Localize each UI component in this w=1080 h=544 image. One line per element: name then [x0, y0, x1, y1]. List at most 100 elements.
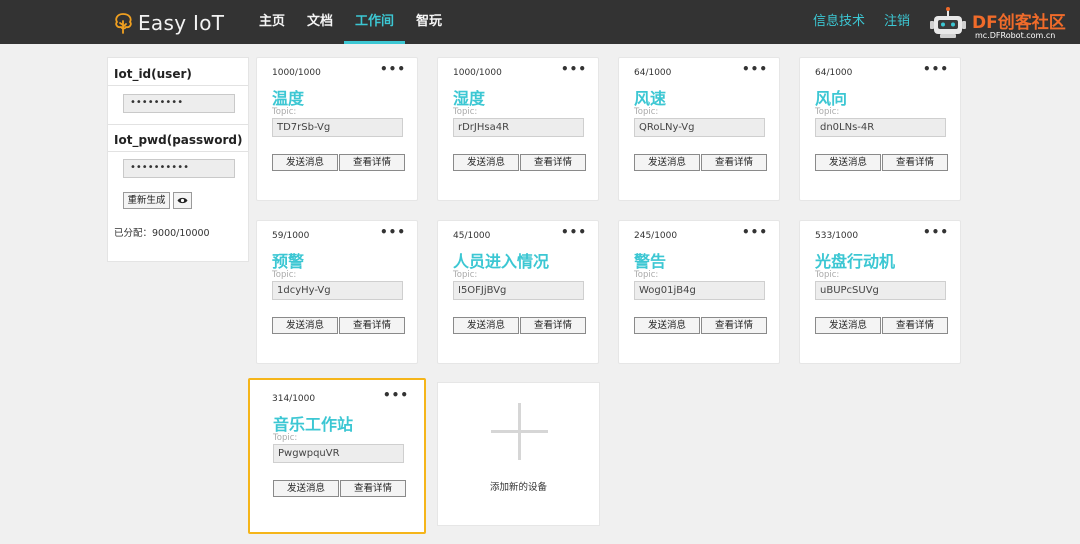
send-message-button[interactable]: 发送消息 — [634, 154, 700, 171]
view-details-button[interactable]: 查看详情 — [882, 154, 948, 171]
divider — [108, 151, 248, 152]
robot-mascot-icon — [930, 7, 966, 38]
device-name: 温度 — [272, 89, 305, 108]
password-label: Iot_pwd(password) — [114, 133, 243, 147]
device-card[interactable]: 64/1000 ••• 风速 Topic: QRoLNy-Vg 发送消息 查看详… — [618, 57, 780, 201]
topic-label: Topic: — [453, 107, 478, 117]
nav-workspace[interactable]: 工作间 — [344, 0, 406, 44]
device-card-body: 64/1000 ••• 风向 Topic: dn0LNs-4R 发送消息 查看详… — [800, 58, 960, 200]
view-details-button[interactable]: 查看详情 — [520, 154, 586, 171]
page-scrollbar[interactable] — [1072, 44, 1080, 544]
more-options-icon[interactable]: ••• — [380, 225, 406, 239]
view-details-button[interactable]: 查看详情 — [701, 317, 767, 334]
device-card-body: 314/1000 ••• 音乐工作站 Topic: PwgwpquVR 发送消息… — [258, 384, 420, 528]
info-tech-link[interactable]: 信息技术 — [813, 0, 865, 44]
credentials-panel: Iot_id(user) ••••••••• Iot_pwd(password)… — [107, 57, 249, 262]
add-device-card[interactable]: 添加新的设备 — [437, 382, 600, 526]
device-card-body: 533/1000 ••• 光盘行动机 Topic: uBUPcSUVg 发送消息… — [800, 221, 960, 363]
topic-label: Topic: — [453, 270, 478, 280]
message-count: 533/1000 — [815, 231, 859, 241]
device-card-body: 245/1000 ••• 警告 Topic: Wog01jB4g 发送消息 查看… — [619, 221, 779, 363]
more-options-icon[interactable]: ••• — [742, 225, 768, 239]
device-card-body: 1000/1000 ••• 湿度 Topic: rDrJHsa4R 发送消息 查… — [438, 58, 598, 200]
topic-field[interactable]: QRoLNy-Vg — [634, 118, 765, 137]
send-message-button[interactable]: 发送消息 — [634, 317, 700, 334]
regenerate-button[interactable]: 重新生成 — [123, 192, 170, 209]
top-header: Easy IoT 主页 文档 工作间 智玩 信息技术 注销 DF创客社区 mc.… — [0, 0, 1080, 44]
more-options-icon[interactable]: ••• — [923, 225, 949, 239]
more-options-icon[interactable]: ••• — [383, 388, 409, 402]
device-card-body: 45/1000 ••• 人员进入情况 Topic: I5OFJjBVg 发送消息… — [438, 221, 598, 363]
send-message-button[interactable]: 发送消息 — [273, 480, 339, 497]
send-message-button[interactable]: 发送消息 — [453, 154, 519, 171]
device-name: 湿度 — [453, 89, 486, 108]
device-name: 风速 — [634, 89, 667, 108]
nav-home[interactable]: 主页 — [248, 0, 296, 44]
more-options-icon[interactable]: ••• — [380, 62, 406, 76]
message-count: 59/1000 — [272, 231, 310, 241]
view-details-button[interactable]: 查看详情 — [339, 317, 405, 334]
message-count: 314/1000 — [272, 394, 316, 404]
show-password-button[interactable] — [173, 192, 192, 209]
topic-field[interactable]: TD7rSb-Vg — [272, 118, 403, 137]
topic-field[interactable]: 1dcyHy-Vg — [272, 281, 403, 300]
logout-link[interactable]: 注销 — [884, 0, 910, 44]
topic-field[interactable]: PwgwpquVR — [273, 444, 404, 463]
device-card[interactable]: 533/1000 ••• 光盘行动机 Topic: uBUPcSUVg 发送消息… — [799, 220, 961, 364]
device-card[interactable]: 1000/1000 ••• 温度 Topic: TD7rSb-Vg 发送消息 查… — [256, 57, 418, 201]
view-details-button[interactable]: 查看详情 — [520, 317, 586, 334]
plus-icon — [518, 403, 521, 460]
nav-docs[interactable]: 文档 — [296, 0, 344, 44]
send-message-button[interactable]: 发送消息 — [453, 317, 519, 334]
more-options-icon[interactable]: ••• — [923, 62, 949, 76]
send-message-button[interactable]: 发送消息 — [272, 317, 338, 334]
topic-field[interactable]: Wog01jB4g — [634, 281, 765, 300]
divider — [108, 124, 248, 125]
message-count: 1000/1000 — [453, 68, 502, 78]
view-details-button[interactable]: 查看详情 — [339, 154, 405, 171]
topic-label: Topic: — [634, 107, 659, 117]
message-count: 245/1000 — [634, 231, 678, 241]
view-details-button[interactable]: 查看详情 — [882, 317, 948, 334]
topic-field[interactable]: dn0LNs-4R — [815, 118, 946, 137]
device-card[interactable]: 245/1000 ••• 警告 Topic: Wog01jB4g 发送消息 查看… — [618, 220, 780, 364]
more-options-icon[interactable]: ••• — [742, 62, 768, 76]
device-card[interactable]: 314/1000 ••• 音乐工作站 Topic: PwgwpquVR 发送消息… — [248, 378, 426, 534]
df-brand-watermark: DF创客社区 mc.DFRobot.com.cn — [926, 4, 1076, 42]
device-card[interactable]: 59/1000 ••• 预警 Topic: 1dcyHy-Vg 发送消息 查看详… — [256, 220, 418, 364]
topic-label: Topic: — [272, 107, 297, 117]
device-name: 预警 — [272, 252, 305, 271]
send-message-button[interactable]: 发送消息 — [815, 154, 881, 171]
more-options-icon[interactable]: ••• — [561, 225, 587, 239]
message-count: 1000/1000 — [272, 68, 321, 78]
device-name: 光盘行动机 — [815, 252, 896, 271]
topic-field[interactable]: uBUPcSUVg — [815, 281, 946, 300]
nav-smart-play[interactable]: 智玩 — [405, 0, 453, 44]
divider — [108, 85, 248, 86]
device-card[interactable]: 64/1000 ••• 风向 Topic: dn0LNs-4R 发送消息 查看详… — [799, 57, 961, 201]
device-name: 警告 — [634, 252, 667, 271]
main-nav: 主页 文档 工作间 智玩 — [248, 0, 453, 44]
topic-field[interactable]: rDrJHsa4R — [453, 118, 584, 137]
device-card[interactable]: 45/1000 ••• 人员进入情况 Topic: I5OFJjBVg 发送消息… — [437, 220, 599, 364]
message-count: 45/1000 — [453, 231, 491, 241]
device-name: 风向 — [815, 89, 848, 108]
device-name: 人员进入情况 — [453, 252, 550, 271]
message-count: 64/1000 — [634, 68, 672, 78]
device-card-body: 59/1000 ••• 预警 Topic: 1dcyHy-Vg 发送消息 查看详… — [257, 221, 417, 363]
send-message-button[interactable]: 发送消息 — [815, 317, 881, 334]
logo[interactable]: Easy IoT — [112, 10, 224, 36]
user-id-field[interactable]: ••••••••• — [123, 94, 235, 113]
send-message-button[interactable]: 发送消息 — [272, 154, 338, 171]
password-field[interactable]: •••••••••• — [123, 159, 235, 178]
device-card-body: 1000/1000 ••• 温度 Topic: TD7rSb-Vg 发送消息 查… — [257, 58, 417, 200]
more-options-icon[interactable]: ••• — [561, 62, 587, 76]
view-details-button[interactable]: 查看详情 — [701, 154, 767, 171]
device-name: 音乐工作站 — [273, 415, 354, 434]
device-card[interactable]: 1000/1000 ••• 湿度 Topic: rDrJHsa4R 发送消息 查… — [437, 57, 599, 201]
plant-logo-icon — [115, 13, 132, 34]
df-brand-title: DF创客社区 — [972, 13, 1066, 33]
allotted-quota: 已分配：9000/10000 — [114, 228, 210, 239]
view-details-button[interactable]: 查看详情 — [340, 480, 406, 497]
topic-field[interactable]: I5OFJjBVg — [453, 281, 584, 300]
